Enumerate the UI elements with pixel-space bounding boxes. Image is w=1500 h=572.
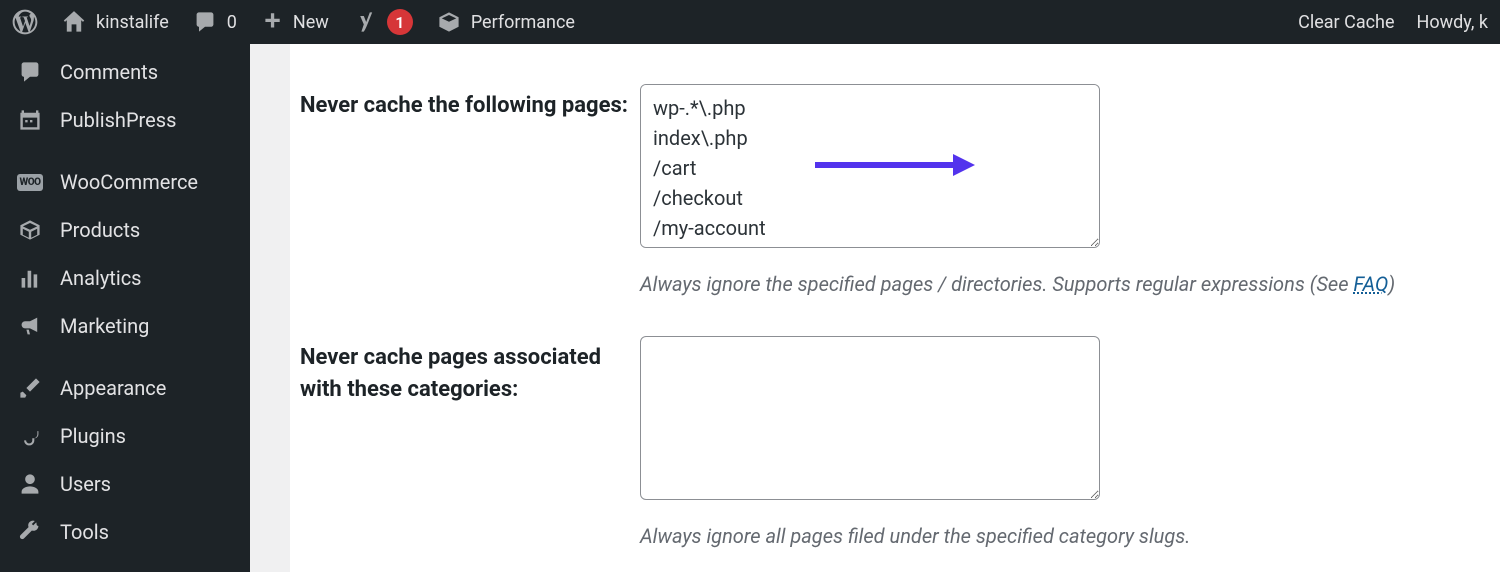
comments-bubble-icon	[193, 10, 217, 34]
box-icon	[16, 218, 44, 242]
main-content: Never cache the following pages: Always …	[250, 44, 1500, 572]
never-cache-categories-label: Never cache pages associated with these …	[300, 336, 640, 406]
sidebar-item-products[interactable]: Products	[0, 206, 250, 254]
sidebar-item-appearance[interactable]: Appearance	[0, 364, 250, 412]
sidebar-item-label: Plugins	[60, 424, 126, 448]
sidebar-item-label: Marketing	[60, 314, 149, 338]
never-cache-pages-textarea[interactable]	[640, 84, 1100, 248]
performance-label: Performance	[471, 12, 575, 33]
wordpress-logo-icon	[12, 9, 38, 35]
sidebar-item-label: Analytics	[60, 266, 142, 290]
new-content-button[interactable]: New	[249, 0, 341, 44]
sidebar-item-label: Appearance	[60, 376, 166, 400]
sidebar-item-marketing[interactable]: Marketing	[0, 302, 250, 350]
sidebar-item-tools[interactable]: Tools	[0, 508, 250, 556]
sidebar-item-publishpress[interactable]: PublishPress	[0, 96, 250, 144]
site-home-link[interactable]: kinstalife	[50, 0, 181, 44]
howdy-label: Howdy, k	[1417, 12, 1489, 33]
performance-button[interactable]: Performance	[425, 0, 587, 44]
sidebar-item-label: WooCommerce	[60, 170, 198, 194]
woo-icon: WOO	[16, 174, 44, 191]
clear-cache-label: Clear Cache	[1298, 12, 1394, 33]
never-cache-categories-textarea[interactable]	[640, 336, 1100, 500]
sidebar-item-comments[interactable]: Comments	[0, 48, 250, 96]
bar-chart-icon	[16, 266, 44, 290]
comments-icon	[16, 60, 44, 84]
never-cache-categories-help: Always ignore all pages filed under the …	[640, 524, 1490, 548]
sidebar-item-label: Tools	[60, 520, 109, 544]
settings-panel: Never cache the following pages: Always …	[290, 44, 1500, 572]
plus-icon	[261, 11, 283, 33]
never-cache-pages-help: Always ignore the specified pages / dire…	[640, 272, 1490, 296]
paintbrush-icon	[16, 376, 44, 400]
sidebar-item-label: Users	[60, 472, 111, 496]
yoast-notification-badge: 1	[387, 9, 413, 35]
performance-box-icon	[437, 10, 461, 34]
comments-count-label: 0	[227, 12, 237, 33]
user-icon	[16, 472, 44, 496]
faq-link[interactable]: FAQ	[1353, 272, 1388, 296]
yoast-button[interactable]: 1	[341, 0, 425, 44]
never-cache-categories-row: Never cache pages associated with these …	[300, 336, 1490, 548]
wp-logo-button[interactable]	[0, 0, 50, 44]
sidebar-item-plugins[interactable]: Plugins	[0, 412, 250, 460]
plug-icon	[16, 424, 44, 448]
never-cache-pages-label: Never cache the following pages:	[300, 84, 640, 122]
admin-sidebar: Comments PublishPress WOO WooCommerce Pr…	[0, 44, 250, 572]
howdy-user-menu[interactable]: Howdy, k	[1417, 0, 1489, 44]
yoast-icon	[353, 10, 377, 34]
wp-admin-bar: kinstalife 0 New 1 Performance	[0, 0, 1500, 44]
calendar-icon	[16, 108, 44, 132]
sidebar-item-label: Products	[60, 218, 140, 242]
megaphone-icon	[16, 314, 44, 338]
home-icon	[62, 10, 86, 34]
sidebar-item-label: PublishPress	[60, 108, 176, 132]
comments-link[interactable]: 0	[181, 0, 249, 44]
new-content-label: New	[293, 12, 329, 33]
sidebar-item-woocommerce[interactable]: WOO WooCommerce	[0, 158, 250, 206]
sidebar-item-users[interactable]: Users	[0, 460, 250, 508]
site-name-label: kinstalife	[96, 12, 169, 33]
wrench-icon	[16, 520, 44, 544]
sidebar-item-analytics[interactable]: Analytics	[0, 254, 250, 302]
clear-cache-button[interactable]: Clear Cache	[1298, 0, 1394, 44]
sidebar-item-label: Comments	[60, 60, 158, 84]
never-cache-pages-row: Never cache the following pages: Always …	[300, 84, 1490, 296]
